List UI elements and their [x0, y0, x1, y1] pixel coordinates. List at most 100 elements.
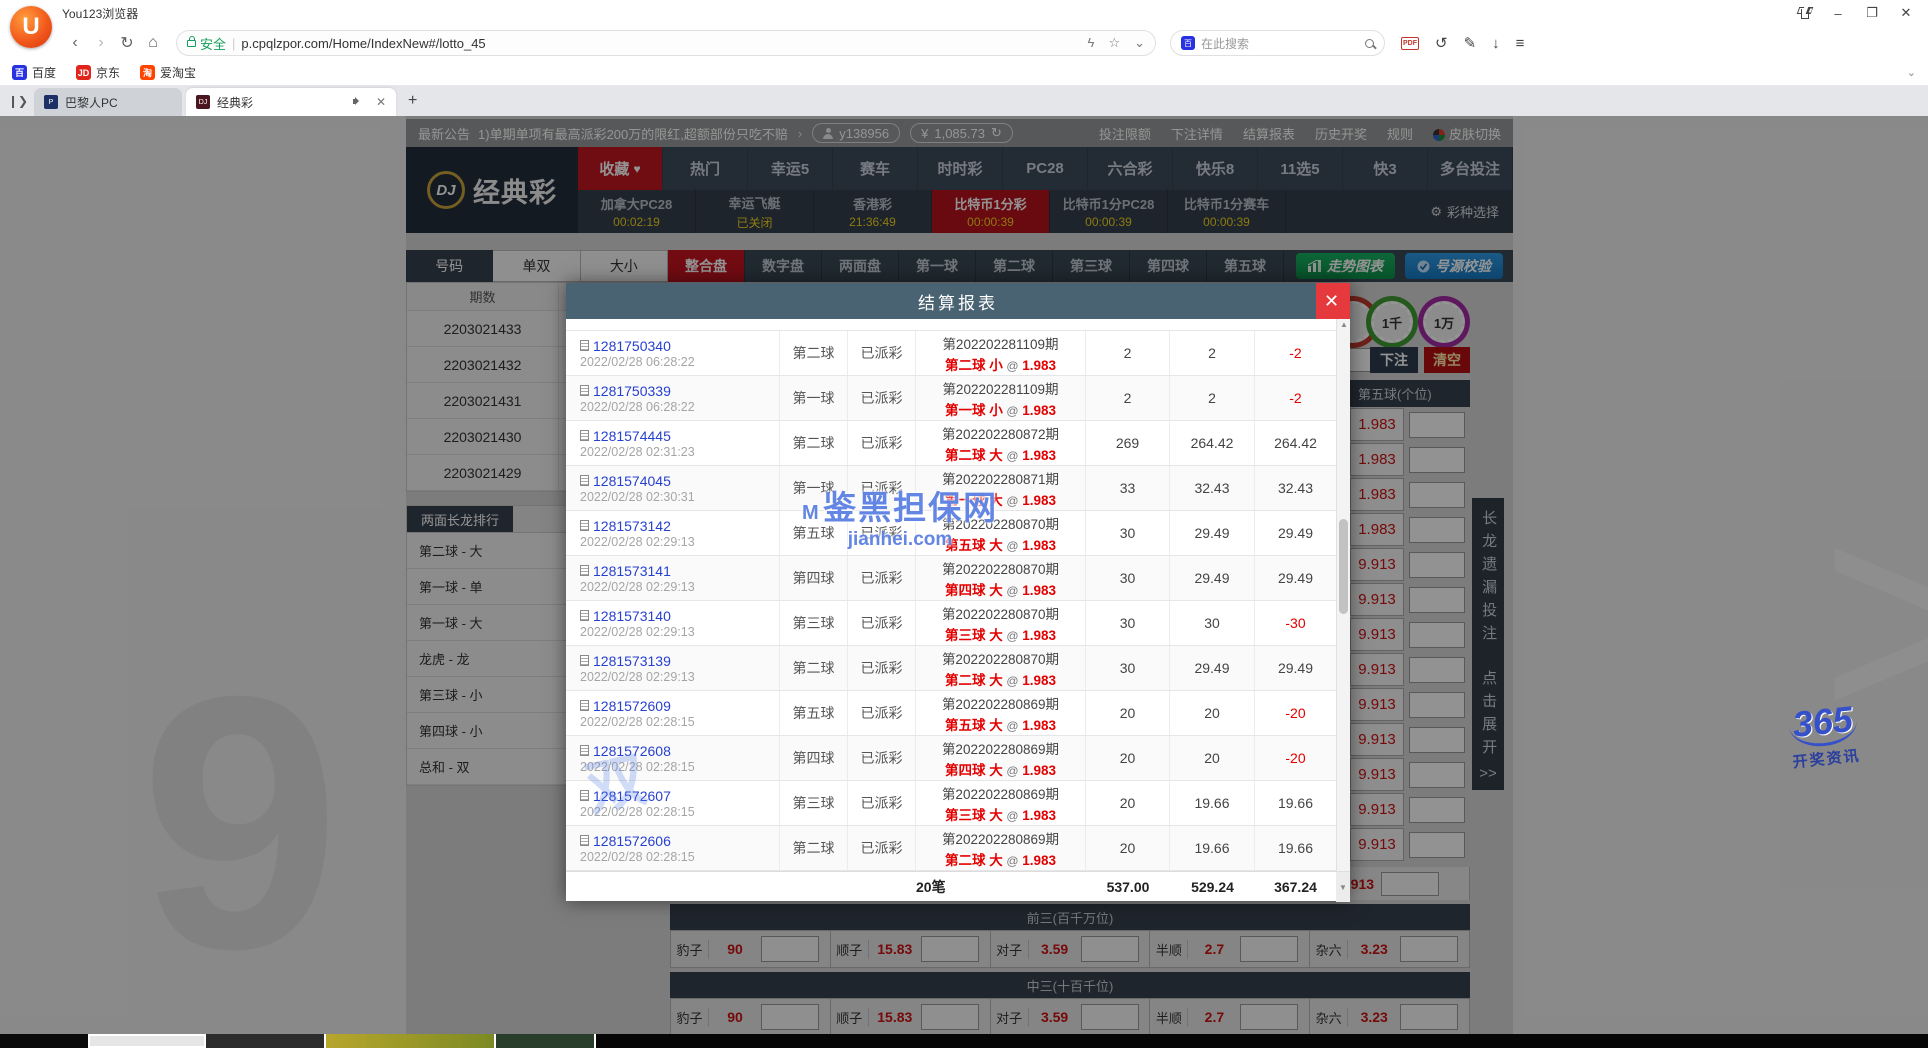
- order-id-link[interactable]: 1281572607: [593, 788, 671, 804]
- odds-bet-input[interactable]: [1409, 762, 1465, 788]
- pattern-bet-input[interactable]: [761, 936, 819, 962]
- odds-value[interactable]: 9.913: [1350, 688, 1404, 721]
- nav-item[interactable]: 热门: [663, 147, 748, 190]
- nav-item[interactable]: 多台投注: [1428, 147, 1513, 190]
- order-id-link[interactable]: 1281572606: [593, 833, 671, 849]
- nav-item[interactable]: 时时彩: [918, 147, 1003, 190]
- bookmark-star-icon[interactable]: ☆: [1108, 35, 1120, 51]
- nav-item[interactable]: PC28: [1003, 147, 1088, 190]
- lottery-select-button[interactable]: ⚙ 彩种选择: [1430, 190, 1513, 233]
- download-icon[interactable]: ↓: [1492, 35, 1500, 52]
- odds-bet-input[interactable]: [1409, 832, 1465, 858]
- odds-bet-input[interactable]: [1409, 657, 1465, 683]
- refresh-icon[interactable]: ↻: [114, 33, 140, 53]
- site-logo[interactable]: DJ 经典彩: [406, 147, 578, 233]
- clear-bets-button[interactable]: 清空: [1424, 347, 1470, 373]
- verify-source-button[interactable]: 号源校验: [1405, 253, 1503, 279]
- pattern-bet-input[interactable]: [921, 936, 979, 962]
- balance-refresh-icon[interactable]: ↻: [991, 125, 1002, 141]
- taskbar-window-thumb[interactable]: [206, 1034, 326, 1048]
- tab-audio-icon[interactable]: [353, 96, 365, 108]
- pattern-bet-input[interactable]: [1240, 1004, 1298, 1030]
- search-icon[interactable]: [1365, 39, 1374, 48]
- copy-icon[interactable]: [580, 745, 589, 756]
- sidebar-toggle-icon[interactable]: ❙❯: [6, 94, 30, 108]
- copy-icon[interactable]: [580, 610, 589, 621]
- copy-icon[interactable]: [580, 475, 589, 486]
- lottery-item[interactable]: 比特币1分彩 00:00:39: [932, 190, 1050, 233]
- search-input[interactable]: 百 在此搜索: [1170, 30, 1385, 56]
- close-button[interactable]: ✕: [1898, 5, 1914, 21]
- nav-item[interactable]: 赛车: [833, 147, 918, 190]
- pattern-bet-input[interactable]: [1240, 936, 1298, 962]
- url-dropdown-icon[interactable]: ⌄: [1134, 35, 1145, 51]
- odds-bet-input[interactable]: [1409, 692, 1465, 718]
- odds-bet-input[interactable]: [1409, 412, 1465, 438]
- copy-icon[interactable]: [580, 520, 589, 531]
- pdf-tool-icon[interactable]: PDF: [1401, 37, 1419, 50]
- flash-icon[interactable]: ϟ: [1088, 35, 1095, 51]
- copy-icon[interactable]: [580, 655, 589, 666]
- panel-tab[interactable]: 号码: [406, 250, 493, 282]
- new-tab-button[interactable]: +: [408, 92, 417, 110]
- odds-value[interactable]: 9.913: [1350, 828, 1404, 861]
- lottery-item[interactable]: 加拿大PC28 00:02:19: [578, 190, 696, 233]
- odds-bet-input[interactable]: [1409, 727, 1465, 753]
- pattern-bet-input[interactable]: [921, 1004, 979, 1030]
- copy-icon[interactable]: [580, 340, 589, 351]
- streak-tab[interactable]: 两面长龙排行: [407, 506, 513, 532]
- home-icon[interactable]: ⌂: [140, 34, 166, 52]
- odds-value[interactable]: 9.913: [1350, 548, 1404, 581]
- bookmark-item[interactable]: 淘 爱淘宝: [140, 64, 196, 81]
- bookmarks-collapse-icon[interactable]: ⌄: [1907, 66, 1916, 79]
- undo-icon[interactable]: ↺: [1435, 34, 1448, 52]
- place-bet-button[interactable]: 下注: [1370, 347, 1418, 373]
- taskbar-window-thumb[interactable]: [496, 1034, 596, 1048]
- url-bar[interactable]: 安全 | p.cpqlzpor.com/Home/IndexNew#/lotto…: [176, 30, 1156, 56]
- scroll-down-icon[interactable]: ▼: [1336, 872, 1350, 902]
- trend-chart-button[interactable]: 走势图表: [1296, 253, 1395, 279]
- lottery-item[interactable]: 比特币1分PC28 00:00:39: [1050, 190, 1168, 233]
- bookmark-item[interactable]: 百 百度: [12, 64, 56, 81]
- odds-value[interactable]: 1.983: [1350, 408, 1404, 441]
- browser-tab-active[interactable]: DJ 经典彩 ✕: [186, 88, 396, 116]
- copy-icon[interactable]: [580, 700, 589, 711]
- taskbar-window-thumb[interactable]: [326, 1034, 496, 1048]
- odds-value[interactable]: 1.983: [1350, 443, 1404, 476]
- bookmark-item[interactable]: JD 京东: [76, 64, 120, 81]
- order-id-link[interactable]: 1281573141: [593, 563, 671, 579]
- skin-theme-icon[interactable]: [1798, 7, 1812, 19]
- topbar-link[interactable]: 皮肤切换: [1433, 124, 1501, 143]
- tab-close-icon[interactable]: ✕: [376, 95, 386, 109]
- copy-icon[interactable]: [580, 835, 589, 846]
- order-id-link[interactable]: 1281572609: [593, 698, 671, 714]
- game-tab[interactable]: 第三球: [1053, 250, 1130, 282]
- topbar-link[interactable]: 结算报表: [1243, 124, 1295, 143]
- lottery-item[interactable]: 香港彩 21:36:49: [814, 190, 932, 233]
- pattern-bet-input[interactable]: [1081, 1004, 1139, 1030]
- odds-value[interactable]: 9.913: [1350, 793, 1404, 826]
- chip-1000[interactable]: 1千: [1371, 301, 1413, 343]
- scroll-up-icon[interactable]: ▲: [1337, 320, 1350, 329]
- pattern-bet-input[interactable]: [1400, 936, 1458, 962]
- order-id-link[interactable]: 1281750339: [593, 383, 671, 399]
- odds-value[interactable]: 1.983: [1350, 513, 1404, 546]
- order-id-link[interactable]: 1281574445: [593, 428, 671, 444]
- odds-bet-input[interactable]: [1409, 517, 1465, 543]
- pattern-bet-input[interactable]: [1081, 936, 1139, 962]
- modal-scrollbar[interactable]: ▲: [1336, 319, 1350, 871]
- odds-value[interactable]: 9.913: [1350, 618, 1404, 651]
- odds-value[interactable]: 9.913: [1350, 723, 1404, 756]
- order-id-link[interactable]: 1281572608: [593, 743, 671, 759]
- lottery-item[interactable]: 比特币1分赛车 00:00:39: [1168, 190, 1286, 233]
- scrollbar-thumb[interactable]: [1339, 519, 1348, 614]
- odds-bet-input[interactable]: [1409, 622, 1465, 648]
- forward-icon[interactable]: ›: [88, 34, 114, 52]
- nav-item[interactable]: 收藏♥: [578, 147, 663, 190]
- nav-item[interactable]: 快乐8: [1173, 147, 1258, 190]
- nav-item[interactable]: 六合彩: [1088, 147, 1173, 190]
- odds-bet-input[interactable]: [1409, 447, 1465, 473]
- panel-tab[interactable]: 单双: [493, 250, 580, 282]
- odds-bet-input[interactable]: [1409, 552, 1465, 578]
- chip-10000[interactable]: 1万: [1423, 301, 1465, 343]
